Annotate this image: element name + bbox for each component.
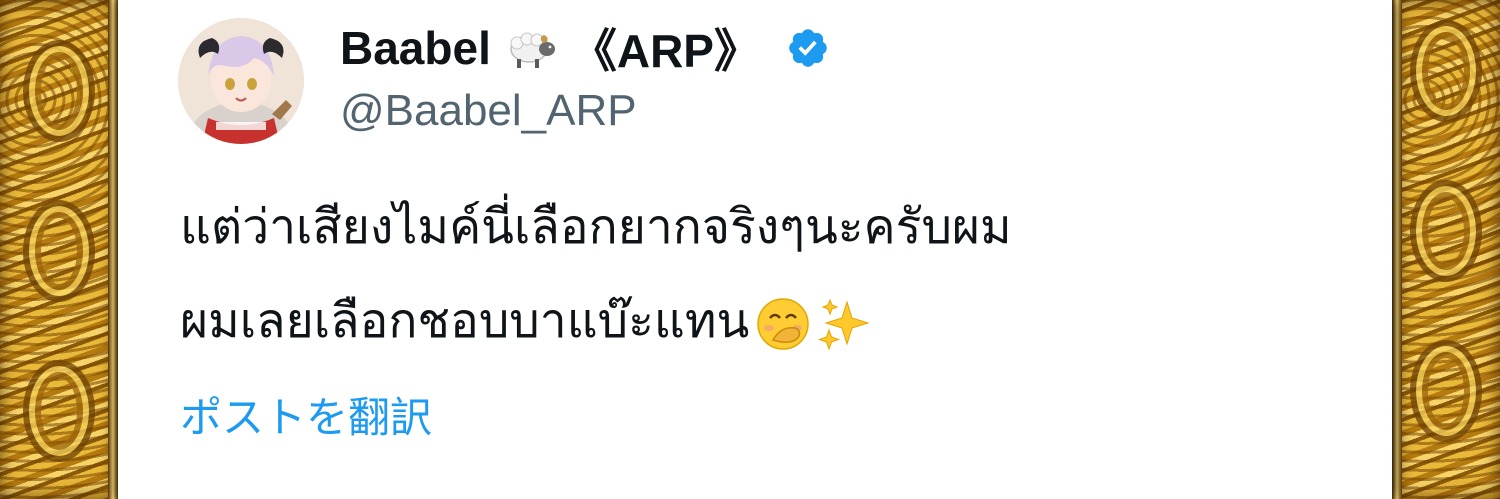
tweet-body: แต่ว่าเสียงไมค์นี่เลือกยากจริงๆนะครับผม … — [180, 180, 1360, 368]
frame-ornament — [23, 200, 95, 302]
frame-ornament — [1410, 180, 1482, 282]
screenshot-canvas: Baabel 《ARP》 @Baabel_ARP แต่ว่าเสียงไมค์… — [0, 0, 1500, 499]
gold-frame-right — [1392, 0, 1500, 499]
user-handle[interactable]: @Baabel_ARP — [340, 86, 637, 136]
frame-ornament — [1410, 340, 1482, 442]
tweet-text-line-2: ผมเลยเลือกชอบบาแบ๊ะแทน — [180, 293, 750, 349]
frame-ornament — [23, 360, 95, 462]
sparkles-emoji-icon — [818, 298, 870, 351]
tweet-text-line-2-wrapper: ผมเลยเลือกชอบบาแบ๊ะแทน — [180, 274, 1360, 368]
tweet-text-line-1: แต่ว่าเสียงไมค์นี่เลือกยากจริงๆนะครับผม — [180, 199, 1012, 255]
display-name[interactable]: Baabel — [340, 21, 491, 75]
hand-over-mouth-emoji-icon — [757, 298, 810, 350]
translate-post-link[interactable]: ポストを翻訳 — [180, 384, 432, 445]
sheep-icon — [510, 32, 555, 68]
gold-frame-left — [0, 0, 118, 499]
frame-ornament — [1410, 20, 1482, 122]
display-name-decoration: 《ARP》 — [570, 25, 760, 77]
tweet-card: Baabel 《ARP》 @Baabel_ARP แต่ว่าเสียงไมค์… — [118, 0, 1392, 499]
verified-badge-icon[interactable] — [786, 26, 830, 70]
frame-inner-edge — [1392, 0, 1402, 499]
frame-ornament — [23, 40, 95, 142]
frame-inner-edge — [108, 0, 118, 499]
author-name-row: Baabel 《ARP》 — [340, 20, 830, 77]
avatar-illustration — [178, 18, 304, 144]
avatar[interactable] — [178, 18, 304, 144]
